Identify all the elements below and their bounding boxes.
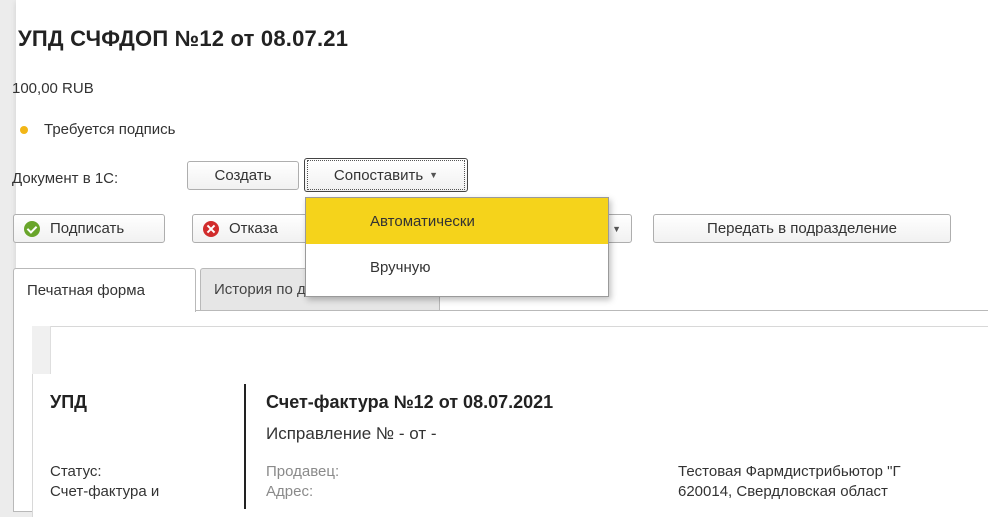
dropdown-caret-icon: ▼ <box>429 170 439 180</box>
preview-correction: Исправление № - от - <box>266 424 437 443</box>
menu-item-manual[interactable]: Вручную <box>306 244 608 290</box>
preview-address-value: 620014, Свердловская област <box>678 483 888 500</box>
document-status: Требуется подпись <box>20 121 175 138</box>
sign-button[interactable]: Подписать <box>13 214 165 243</box>
status-text: Требуется подпись <box>44 121 176 138</box>
match-dropdown-menu: Автоматически Вручную <box>305 197 609 297</box>
match-button-label: Сопоставить <box>333 166 424 184</box>
document-amount: 100,00 RUB <box>12 80 94 97</box>
preview-seller-value: Тестовая Фармдистрибьютор "Г <box>678 463 901 480</box>
preview-address-label: Адрес: <box>266 483 314 500</box>
sign-button-label: Подписать <box>50 220 125 237</box>
check-circle-icon <box>24 220 40 237</box>
status-dot-icon <box>20 125 28 134</box>
preview-doc-type: УПД <box>50 392 87 412</box>
preview-divider <box>244 384 246 509</box>
preview-status-label: Статус: <box>50 463 102 480</box>
preview-invoice-title: Счет-фактура №12 от 08.07.2021 <box>266 392 554 412</box>
dropdown-caret-icon: ▼ <box>612 223 621 234</box>
preview-margin <box>32 326 51 374</box>
menu-item-automatic[interactable]: Автоматически <box>306 198 608 244</box>
document-title: УПД СЧФДОП №12 от 08.07.21 <box>18 26 349 51</box>
tab-print-form[interactable]: Печатная форма <box>13 268 196 312</box>
create-button[interactable]: Создать <box>187 161 299 190</box>
match-dropdown-button[interactable]: Сопоставить ▼ <box>304 158 468 192</box>
preview-seller-label: Продавец: <box>266 463 340 480</box>
preview-status-value: Счет-фактура и <box>50 483 160 500</box>
transfer-to-department-button[interactable]: Передать в подразделение <box>653 214 951 243</box>
refuse-button-label: Отказа <box>229 220 278 237</box>
cross-circle-icon <box>203 220 219 237</box>
document-in-1c-label: Документ в 1С: <box>12 170 119 187</box>
match-button-focus: Сопоставить ▼ <box>307 160 465 190</box>
